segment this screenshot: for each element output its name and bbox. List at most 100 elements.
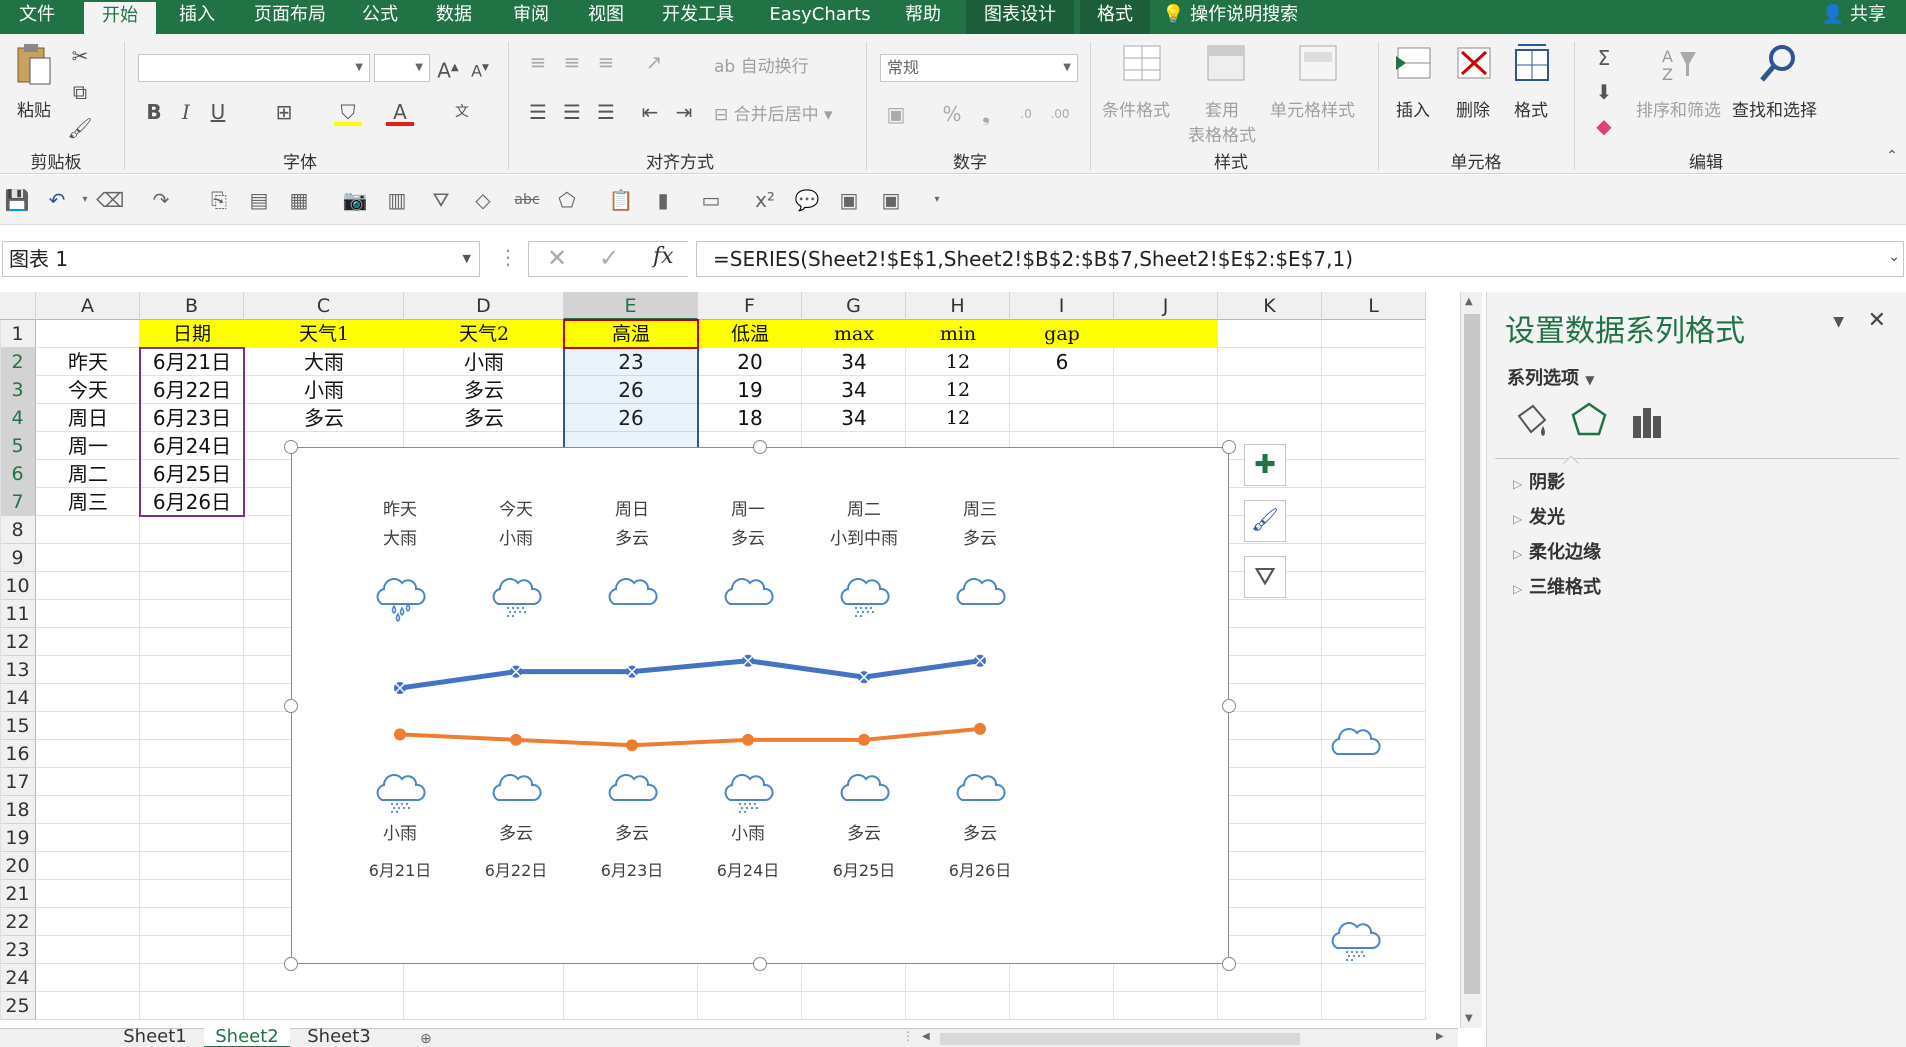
- filter-icon[interactable]: ⛛: [428, 187, 454, 213]
- row-header-4[interactable]: 4: [0, 404, 36, 432]
- window-icon[interactable]: ▣: [836, 187, 862, 213]
- resize-handle[interactable]: [1222, 440, 1236, 454]
- shapes-icon[interactable]: ⬠: [554, 187, 580, 213]
- row-header-11[interactable]: 11: [0, 600, 36, 628]
- fill-icon[interactable]: ⬇: [1590, 78, 1618, 106]
- table-cell[interactable]: 多云: [404, 376, 564, 404]
- align-center-icon[interactable]: ☰: [558, 98, 586, 126]
- redo-icon[interactable]: ↷: [148, 187, 174, 213]
- row-header-13[interactable]: 13: [0, 656, 36, 684]
- row-header-8[interactable]: 8: [0, 516, 36, 544]
- decrease-font-icon[interactable]: A▼: [466, 54, 494, 82]
- superscript-icon[interactable]: x²: [752, 187, 778, 213]
- table-cell[interactable]: 20: [698, 348, 802, 376]
- table-cell[interactable]: 小雨: [244, 376, 404, 404]
- row-header-24[interactable]: 24: [0, 964, 36, 992]
- series-line-0[interactable]: [399, 658, 981, 691]
- cancel-icon[interactable]: ✕: [547, 244, 567, 272]
- save-icon[interactable]: 💾: [4, 187, 30, 213]
- vertical-scrollbar[interactable]: ▲ ▼: [1460, 292, 1482, 1028]
- chart-styles-button[interactable]: 🖌: [1244, 500, 1286, 542]
- formula-input[interactable]: =SERIES(Sheet2!$E$1,Sheet2!$B$2:$B$7,She…: [696, 241, 1904, 277]
- insert-cells-icon[interactable]: [1394, 44, 1434, 84]
- resize-handle[interactable]: [284, 440, 298, 454]
- chart-elements-button[interactable]: ✚: [1244, 444, 1286, 486]
- scroll-thumb[interactable]: [1464, 314, 1480, 994]
- data-point[interactable]: [626, 739, 638, 752]
- format-painter-icon[interactable]: 🖌: [66, 114, 94, 142]
- pane-section-0[interactable]: ▷ 阴影: [1513, 468, 1565, 494]
- column-header-c[interactable]: C: [244, 292, 404, 320]
- expand-formula-icon[interactable]: ⌄: [1888, 249, 1900, 265]
- column-header-k[interactable]: K: [1218, 292, 1322, 320]
- h-scroll-right-icon[interactable]: ▶: [1436, 1031, 1444, 1042]
- row-header-23[interactable]: 23: [0, 936, 36, 964]
- header-cell[interactable]: 日期: [140, 320, 244, 348]
- copy-icon[interactable]: ⧉: [66, 78, 94, 106]
- table-format-icon[interactable]: [1204, 44, 1248, 84]
- percent-icon[interactable]: %: [938, 100, 966, 128]
- row-header-25[interactable]: 25: [0, 992, 36, 1020]
- window2-icon[interactable]: ▣: [878, 187, 904, 213]
- ribbon-tab-3[interactable]: 页面布局: [240, 0, 340, 34]
- table-cell[interactable]: 12: [906, 348, 1010, 376]
- sort-filter-icon[interactable]: AZ: [1658, 44, 1698, 84]
- format-cells-button[interactable]: 格式: [1514, 96, 1548, 121]
- clear-format-icon[interactable]: ◇: [470, 187, 496, 213]
- ribbon-tab-11[interactable]: 图表设计: [966, 0, 1074, 34]
- table-cell[interactable]: 周一: [36, 432, 140, 460]
- data-point[interactable]: [742, 733, 754, 746]
- table-cell[interactable]: [1010, 376, 1114, 404]
- sheet-icon[interactable]: ▥: [384, 187, 410, 213]
- comma-style-icon[interactable]: ❟: [972, 100, 1000, 128]
- row-header-16[interactable]: 16: [0, 740, 36, 768]
- resize-handle[interactable]: [753, 440, 767, 454]
- align-right-icon[interactable]: ☰: [592, 98, 620, 126]
- column-header-e[interactable]: E: [564, 292, 698, 320]
- data-point[interactable]: [394, 728, 406, 741]
- series-options-dropdown[interactable]: 系列选项 ▼: [1507, 364, 1595, 390]
- align-bottom-icon[interactable]: ≡: [592, 48, 620, 76]
- table-cell[interactable]: 多云: [404, 404, 564, 432]
- h-scroll-grip-icon[interactable]: ⋮: [902, 1029, 914, 1043]
- h-scroll-thumb[interactable]: [940, 1033, 1300, 1045]
- fill-line-icon[interactable]: [1511, 402, 1551, 442]
- ribbon-tab-10[interactable]: 帮助: [888, 0, 958, 34]
- resize-handle[interactable]: [284, 698, 298, 713]
- pane-options-icon[interactable]: ▼: [1833, 314, 1844, 330]
- row-header-10[interactable]: 10: [0, 572, 36, 600]
- pane-section-1[interactable]: ▷ 发光: [1513, 503, 1565, 529]
- conditional-format-button[interactable]: 条件格式: [1102, 96, 1170, 121]
- column-header-i[interactable]: I: [1010, 292, 1114, 320]
- new-sheet-icon[interactable]: ⊕: [420, 1031, 432, 1047]
- bar-chart-icon[interactable]: ▭: [698, 187, 724, 213]
- resize-handle[interactable]: [284, 957, 298, 971]
- ribbon-tab-4[interactable]: 公式: [346, 0, 414, 34]
- decrease-decimal-icon[interactable]: .00: [1046, 100, 1074, 128]
- resize-handle[interactable]: [1222, 698, 1236, 713]
- insert-cells-button[interactable]: 插入: [1396, 96, 1430, 121]
- sheet-tab-sheet2[interactable]: Sheet2: [204, 1027, 290, 1047]
- column-header-g[interactable]: G: [802, 292, 906, 320]
- row-header-9[interactable]: 9: [0, 544, 36, 572]
- cell-styles-icon[interactable]: [1296, 44, 1340, 84]
- format-cells-icon[interactable]: [1512, 42, 1552, 84]
- row-header-19[interactable]: 19: [0, 824, 36, 852]
- ribbon-tab-5[interactable]: 数据: [420, 0, 488, 34]
- accounting-format-icon[interactable]: ▣: [882, 100, 910, 128]
- font-name-combo[interactable]: ▼: [138, 54, 370, 82]
- header-cell[interactable]: max: [802, 320, 906, 348]
- increase-indent-icon[interactable]: ⇥: [670, 98, 698, 126]
- table-cell[interactable]: 大雨: [244, 348, 404, 376]
- collapse-ribbon-icon[interactable]: ⌃: [1878, 142, 1906, 170]
- delete-cells-icon[interactable]: [1454, 44, 1494, 84]
- bold-icon[interactable]: B: [140, 98, 168, 126]
- column-chart-icon[interactable]: ▮: [650, 187, 676, 213]
- camera-tool-icon[interactable]: ⎘: [206, 187, 232, 213]
- comment-icon[interactable]: 💬: [794, 187, 820, 213]
- autosum-icon[interactable]: Σ: [1590, 44, 1618, 72]
- select-all-corner[interactable]: [0, 292, 36, 320]
- table-cell[interactable]: 周二: [36, 460, 140, 488]
- align-top-icon[interactable]: ≡: [524, 48, 552, 76]
- ribbon-tab-9[interactable]: EasyCharts: [760, 0, 880, 34]
